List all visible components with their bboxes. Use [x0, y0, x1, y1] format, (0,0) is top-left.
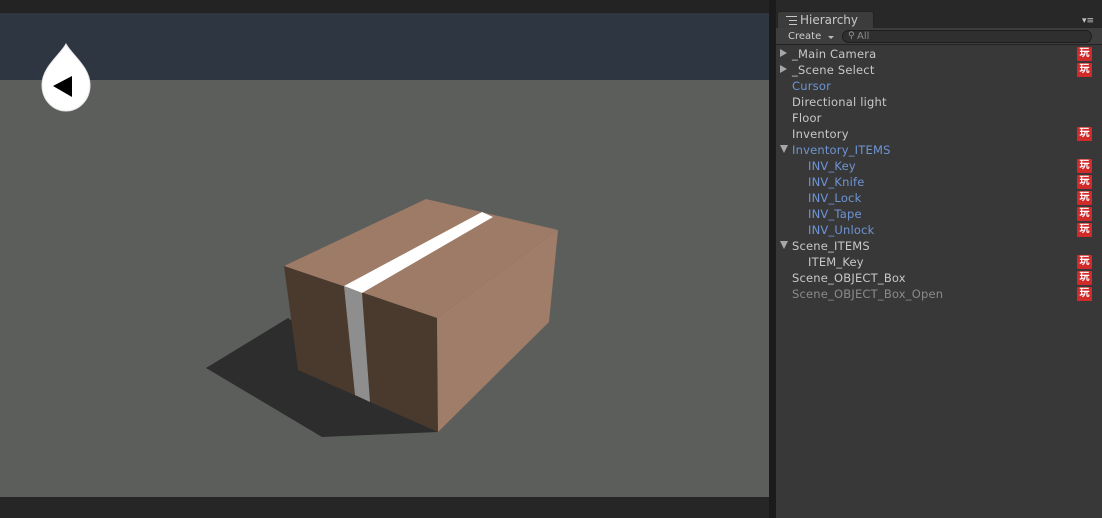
hierarchy-item[interactable]: _Scene Select 玩: [776, 62, 1102, 78]
hierarchy-item-label: Cursor: [792, 79, 832, 93]
script-badge-icon[interactable]: 玩: [1077, 127, 1092, 141]
create-dropdown-button[interactable]: Create: [782, 30, 838, 44]
hierarchy-item-label: ITEM_Key: [808, 255, 864, 269]
hierarchy-item-label: INV_Tape: [808, 207, 862, 221]
script-badge-icon[interactable]: 玩: [1077, 287, 1092, 301]
hierarchy-item-label: INV_Unlock: [808, 223, 875, 237]
hierarchy-item[interactable]: ITEM_Key 玩: [776, 254, 1102, 270]
hierarchy-item-label: _Main Camera: [792, 47, 877, 61]
hierarchy-panel: Hierarchy ▾≡ Create ⚲ _Main Camera玩_Scen…: [776, 0, 1102, 518]
search-icon: ⚲: [848, 31, 855, 41]
hierarchy-item[interactable]: INV_Unlock 玩: [776, 222, 1102, 238]
panel-splitter[interactable]: [769, 0, 776, 518]
back-arrow-icon: [41, 42, 91, 112]
hierarchy-item[interactable]: INV_Lock 玩: [776, 190, 1102, 206]
script-badge-icon[interactable]: 玩: [1077, 175, 1092, 189]
expand-arrow-down-icon[interactable]: [780, 241, 788, 249]
hierarchy-item[interactable]: Scene_OBJECT_Box_Open 玩: [776, 286, 1102, 302]
panel-menu-icon[interactable]: ▾≡: [1082, 17, 1096, 27]
tab-hierarchy[interactable]: Hierarchy: [777, 11, 874, 29]
hierarchy-item[interactable]: _Main Camera 玩: [776, 46, 1102, 62]
script-badge-icon[interactable]: 玩: [1077, 159, 1092, 173]
search-input[interactable]: [857, 31, 1077, 42]
hierarchy-item[interactable]: Inventory_ITEMS: [776, 142, 1102, 158]
hierarchy-item-label: Floor: [792, 111, 822, 125]
hierarchy-item-label: INV_Knife: [808, 175, 865, 189]
hierarchy-item-label: _Scene Select: [792, 63, 875, 77]
tab-hierarchy-label: Hierarchy: [800, 13, 859, 27]
hierarchy-item[interactable]: Scene_OBJECT_Box 玩: [776, 270, 1102, 286]
script-badge-icon[interactable]: 玩: [1077, 207, 1092, 221]
back-button[interactable]: [38, 41, 94, 115]
hierarchy-item[interactable]: Cursor: [776, 78, 1102, 94]
hierarchy-item[interactable]: INV_Knife 玩: [776, 174, 1102, 190]
hierarchy-item-label: Scene_OBJECT_Box_Open: [792, 287, 944, 301]
hierarchy-item[interactable]: Directional light: [776, 94, 1102, 110]
hierarchy-item[interactable]: Scene_ITEMS: [776, 238, 1102, 254]
hierarchy-toolbar: Create ⚲: [776, 28, 1102, 45]
script-badge-icon[interactable]: 玩: [1077, 271, 1092, 285]
hierarchy-item-label: Directional light: [792, 95, 887, 109]
script-badge-icon[interactable]: 玩: [1077, 63, 1092, 77]
hierarchy-item-label: INV_Lock: [808, 191, 862, 205]
hierarchy-item[interactable]: Floor: [776, 110, 1102, 126]
script-badge-icon[interactable]: 玩: [1077, 191, 1092, 205]
script-badge-icon[interactable]: 玩: [1077, 47, 1092, 61]
expand-arrow-down-icon[interactable]: [780, 145, 788, 153]
hierarchy-item[interactable]: INV_Tape 玩: [776, 206, 1102, 222]
list-icon: [786, 16, 797, 25]
hierarchy-tab-strip: Hierarchy ▾≡: [776, 0, 1102, 29]
script-badge-icon[interactable]: 玩: [1077, 223, 1092, 237]
game-view[interactable]: [0, 0, 769, 518]
unity-editor-window: Hierarchy ▾≡ Create ⚲ _Main Camera玩_Scen…: [0, 0, 1102, 518]
hierarchy-item-label: Scene_OBJECT_Box: [792, 271, 906, 285]
scene-render: [206, 199, 558, 437]
search-box[interactable]: ⚲: [842, 30, 1092, 43]
script-badge-icon[interactable]: 玩: [1077, 255, 1092, 269]
hierarchy-item-label: Inventory: [792, 127, 849, 141]
chevron-down-icon: [828, 36, 834, 39]
create-label: Create: [788, 31, 822, 42]
expand-arrow-right-icon[interactable]: [780, 65, 787, 73]
expand-arrow-right-icon[interactable]: [780, 49, 787, 57]
hierarchy-tree: _Main Camera 玩 _Scene Select 玩 Cursor Directi…: [776, 46, 1102, 302]
hierarchy-item-label: Scene_ITEMS: [792, 239, 870, 253]
hierarchy-item-label: Inventory_ITEMS: [792, 143, 891, 157]
hierarchy-item-label: INV_Key: [808, 159, 856, 173]
hierarchy-item[interactable]: INV_Key 玩: [776, 158, 1102, 174]
hierarchy-item[interactable]: Inventory 玩: [776, 126, 1102, 142]
